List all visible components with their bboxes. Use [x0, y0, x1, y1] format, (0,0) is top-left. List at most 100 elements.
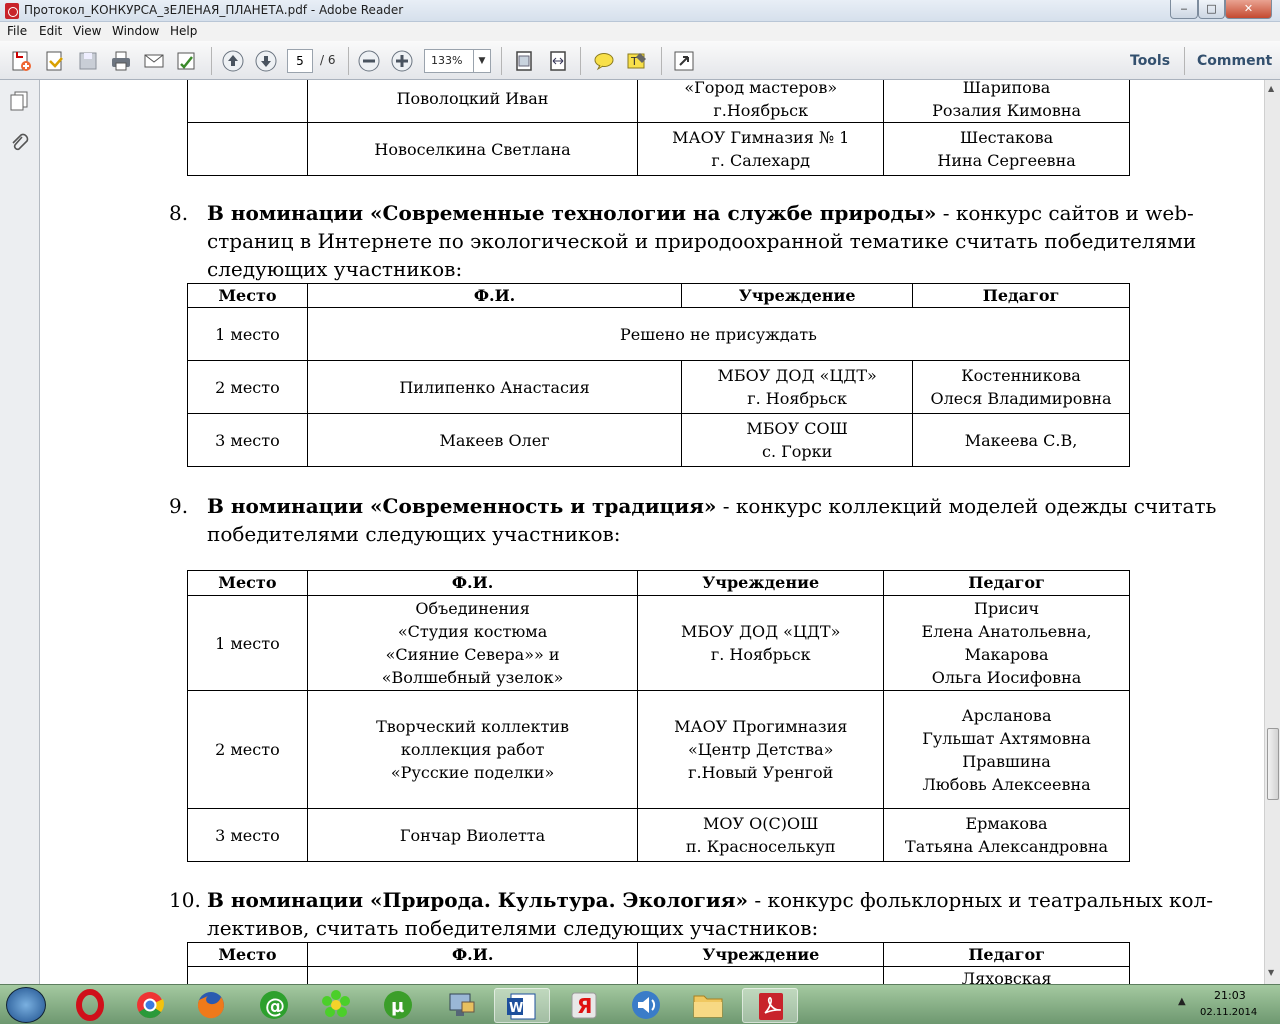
- institution-cell: МБОУ ДОД «ЦДТ» г. Ноябрьск: [637, 595, 885, 691]
- email-icon[interactable]: [142, 49, 166, 73]
- name-cell: Макеев Олег: [306, 413, 683, 467]
- table-header-row: Место Ф.И. Учреждение Педагог: [187, 570, 1130, 596]
- column-header: Учреждение: [637, 942, 885, 967]
- name-line: «Волшебный узелок»: [381, 668, 564, 687]
- close-button[interactable]: ✕: [1225, 0, 1272, 19]
- nomination-description: - конкурс фольклорных и театральных кол-: [748, 888, 1214, 912]
- section-number: 9.: [169, 494, 189, 518]
- minimize-button[interactable]: ‒: [1170, 0, 1198, 19]
- firefox-icon[interactable]: [183, 988, 239, 1023]
- window-title: Протокол_КОНКУРСА_зЕЛЕНАЯ_ПЛАНЕТА.pdf - …: [24, 3, 404, 17]
- icq-agent-icon[interactable]: @: [246, 988, 302, 1023]
- previous-page-icon[interactable]: [221, 49, 245, 73]
- name-line: «Русские поделки»: [390, 763, 555, 782]
- icq-flower-icon[interactable]: [308, 988, 364, 1023]
- teacher-line: Арсланова: [961, 705, 1052, 725]
- svg-text:µ: µ: [391, 996, 404, 1017]
- opera-icon[interactable]: [62, 988, 118, 1023]
- section-number: 10.: [169, 888, 201, 912]
- teacher-cell: Арсланова Гульшат Ахтямовна Правшина Люб…: [883, 690, 1130, 809]
- network-control-panel-icon[interactable]: [432, 988, 488, 1023]
- clock-time[interactable]: 21:03: [1214, 989, 1246, 1002]
- sign-document-icon[interactable]: [174, 49, 198, 73]
- taskbar: @ µ W Я ▲ 21:03 02.11.2014: [0, 984, 1280, 1024]
- institution-line: г. Салехард: [711, 151, 811, 170]
- fit-page-icon[interactable]: [512, 49, 536, 73]
- open-file-icon[interactable]: [43, 49, 67, 73]
- expand-icon[interactable]: [672, 49, 696, 73]
- menu-help[interactable]: Help: [170, 24, 197, 38]
- column-header: Педагог: [912, 283, 1130, 308]
- scroll-up-icon[interactable]: ▲: [1268, 84, 1274, 93]
- menu-bar: File Edit View Window Help: [0, 22, 1280, 41]
- toolbar-separator: [580, 47, 581, 75]
- teacher-line: Татьяна Александровна: [905, 837, 1109, 856]
- zoom-out-icon[interactable]: [357, 49, 381, 73]
- adobe-pdf-icon: [5, 3, 19, 19]
- teacher-line: Шестакова: [959, 128, 1054, 147]
- menu-window[interactable]: Window: [112, 24, 159, 38]
- section-number: 8.: [169, 201, 189, 225]
- column-header: Место: [187, 570, 308, 596]
- paragraph-line: страниц в Интернете по экологической и п…: [207, 229, 1197, 253]
- place-cell: [187, 122, 308, 176]
- zoom-select[interactable]: 133% ▼: [424, 49, 491, 73]
- paragraph-line: победителями следующих участников:: [207, 522, 621, 546]
- place-cell: 2 место: [187, 690, 308, 809]
- name-line: «Студия костюма: [397, 622, 548, 641]
- institution-cell: МБОУ СОШ с. Горки: [681, 413, 914, 467]
- table-section10: Место Ф.И. Учреждение Педагог Ляховская: [187, 942, 1130, 984]
- create-pdf-icon[interactable]: [9, 49, 33, 73]
- teacher-line: Елена Анатольевна,: [921, 622, 1092, 641]
- highlight-text-icon[interactable]: T: [625, 49, 649, 73]
- toolbar-separator: [661, 47, 662, 75]
- institution-line: МАОУ Гимназия № 1: [672, 128, 850, 147]
- chevron-down-icon[interactable]: ▼: [473, 50, 490, 72]
- chrome-icon[interactable]: [122, 988, 178, 1023]
- fit-width-icon[interactable]: [546, 49, 570, 73]
- teacher-line: Олеся Владимировна: [930, 389, 1112, 408]
- adobe-reader-icon[interactable]: [742, 988, 798, 1023]
- tools-pane-button[interactable]: Tools: [1130, 53, 1170, 69]
- teacher-line: Присич: [974, 599, 1040, 618]
- teacher-cell: Шарипова Розалия Кимовна: [883, 80, 1130, 123]
- institution-line: МОУ О(С)ОШ: [703, 814, 819, 833]
- sticky-note-icon[interactable]: [592, 49, 616, 73]
- tray-expand-icon[interactable]: ▲: [1178, 996, 1186, 1007]
- print-icon[interactable]: [109, 49, 133, 73]
- name-line: Гончар Виолетта: [399, 825, 546, 845]
- clock-date[interactable]: 02.11.2014: [1200, 1007, 1257, 1018]
- place-cell: 3 место: [187, 808, 308, 862]
- scroll-thumb[interactable]: [1267, 728, 1279, 800]
- menu-view[interactable]: View: [73, 24, 101, 38]
- save-icon[interactable]: [76, 49, 100, 73]
- comment-pane-button[interactable]: Comment: [1197, 53, 1272, 69]
- name-line: Объединения: [415, 599, 530, 618]
- section-9-paragraph: 9. В номинации «Современность и традиция…: [169, 492, 1229, 550]
- teacher-cell: Ермакова Татьяна Александровна: [883, 808, 1130, 862]
- name-line: Творческий коллектив: [376, 717, 570, 736]
- page-number-input[interactable]: [287, 49, 313, 73]
- word-icon[interactable]: W: [494, 988, 550, 1023]
- start-button[interactable]: [6, 987, 46, 1023]
- next-page-icon[interactable]: [254, 49, 278, 73]
- column-header: Место: [187, 283, 308, 308]
- yandex-browser-icon[interactable]: Я: [556, 988, 612, 1023]
- column-header: Учреждение: [681, 283, 914, 308]
- volume-mixer-icon[interactable]: [618, 988, 674, 1023]
- column-header: Учреждение: [637, 570, 885, 596]
- attachments-paperclip-icon[interactable]: [8, 132, 30, 154]
- utorrent-icon[interactable]: µ: [370, 988, 426, 1023]
- zoom-in-icon[interactable]: [390, 49, 414, 73]
- menu-file[interactable]: File: [7, 24, 27, 38]
- vertical-scrollbar[interactable]: ▲ ▼: [1264, 80, 1280, 984]
- place-cell: 3 место: [187, 413, 308, 467]
- pages-thumbnail-icon[interactable]: [8, 90, 30, 112]
- maximize-button[interactable]: □: [1198, 0, 1225, 19]
- file-explorer-icon[interactable]: [680, 988, 736, 1023]
- menu-edit[interactable]: Edit: [39, 24, 62, 38]
- toolbar-separator: [211, 47, 212, 75]
- name-line: коллекция работ: [400, 740, 545, 759]
- scroll-down-icon[interactable]: ▼: [1268, 968, 1274, 977]
- nomination-description: - конкурс коллекций моделей одежды счита…: [716, 494, 1217, 518]
